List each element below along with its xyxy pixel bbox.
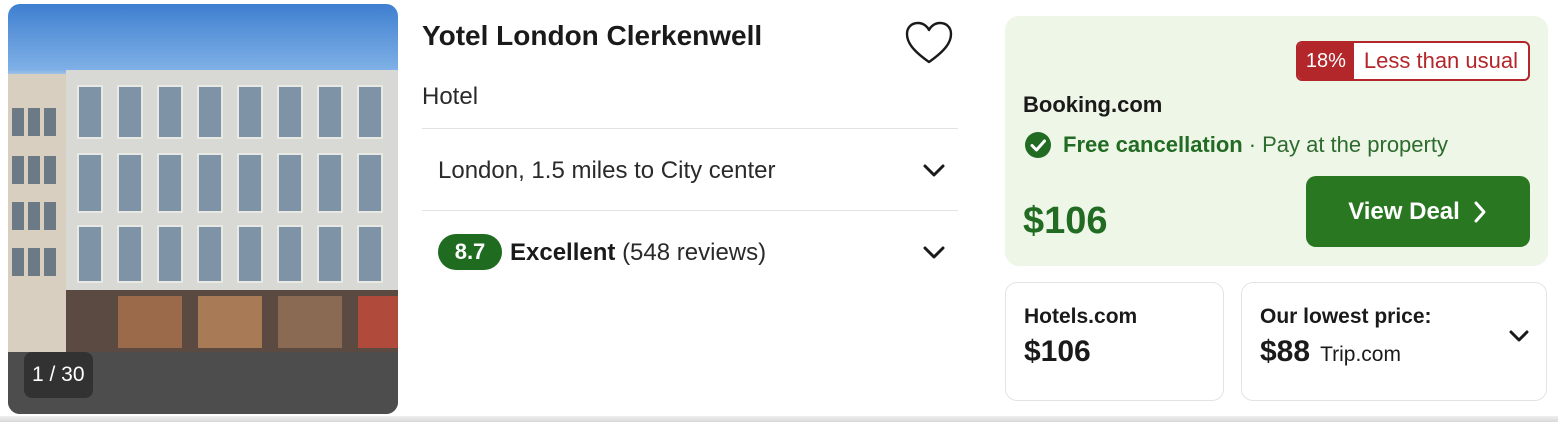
price-drop-percent: 18% bbox=[1297, 43, 1354, 79]
photo-counter: 1 / 30 bbox=[24, 352, 93, 398]
check-circle-icon bbox=[1025, 132, 1051, 158]
chevron-down-icon bbox=[1509, 330, 1529, 342]
location-row[interactable]: London, 1.5 miles to City center bbox=[422, 130, 958, 210]
heart-outline-icon bbox=[905, 21, 953, 64]
free-cancellation-text: Free cancellation bbox=[1063, 132, 1243, 157]
card-bottom-edge bbox=[0, 416, 1558, 422]
rating-row[interactable]: 8.7 Excellent (548 reviews) bbox=[422, 212, 958, 292]
review-count: (548 reviews) bbox=[622, 239, 767, 266]
payment-text: Pay at the property bbox=[1262, 132, 1448, 157]
property-type: Hotel bbox=[422, 83, 479, 110]
price-drop-text: Less than usual bbox=[1363, 48, 1518, 73]
lowest-price-site: Trip.com bbox=[1320, 343, 1401, 366]
alt-provider: Hotels.com bbox=[1024, 305, 1138, 328]
deal-provider: Booking.com bbox=[1023, 92, 1163, 117]
lowest-price-row: $88 Trip.com bbox=[1260, 335, 1401, 369]
rating-score-badge: 8.7 bbox=[438, 234, 502, 270]
lowest-price-value: $88 bbox=[1260, 335, 1311, 368]
lowest-price-label: Our lowest price: bbox=[1260, 305, 1432, 328]
chevron-down-icon bbox=[923, 246, 945, 259]
deal-policies: Free cancellation · Pay at the property bbox=[1023, 130, 1448, 160]
hotel-result-card: 1 / 30 Yotel London Clerkenwell Hotel Lo… bbox=[0, 0, 1558, 422]
rating-label: Excellent bbox=[510, 239, 616, 266]
favorite-button[interactable] bbox=[904, 20, 954, 68]
divider bbox=[422, 210, 958, 211]
policy-separator: · bbox=[1248, 132, 1257, 157]
alt-price: $106 bbox=[1024, 335, 1091, 368]
deal-price: $106 bbox=[1023, 200, 1108, 242]
view-deal-label: View Deal bbox=[1348, 197, 1460, 225]
hotel-name[interactable]: Yotel London Clerkenwell bbox=[422, 20, 762, 52]
price-drop-badge: 18% Less than usual bbox=[1295, 41, 1530, 81]
chevron-right-icon bbox=[1474, 201, 1486, 222]
view-deal-button[interactable]: View Deal bbox=[1306, 176, 1530, 247]
alt-price-hotels-com[interactable]: Hotels.com $106 bbox=[1005, 282, 1224, 401]
location-text: London, 1.5 miles to City center bbox=[438, 157, 776, 184]
divider bbox=[422, 128, 958, 129]
featured-deal[interactable]: 18% Less than usual Booking.com Free can… bbox=[1005, 16, 1548, 266]
hotel-photo[interactable]: 1 / 30 bbox=[8, 4, 398, 414]
rating-summary: Excellent (548 reviews) bbox=[510, 239, 766, 267]
chevron-down-icon bbox=[923, 164, 945, 177]
lowest-price-dropdown[interactable]: Our lowest price: $88 Trip.com bbox=[1241, 282, 1547, 401]
